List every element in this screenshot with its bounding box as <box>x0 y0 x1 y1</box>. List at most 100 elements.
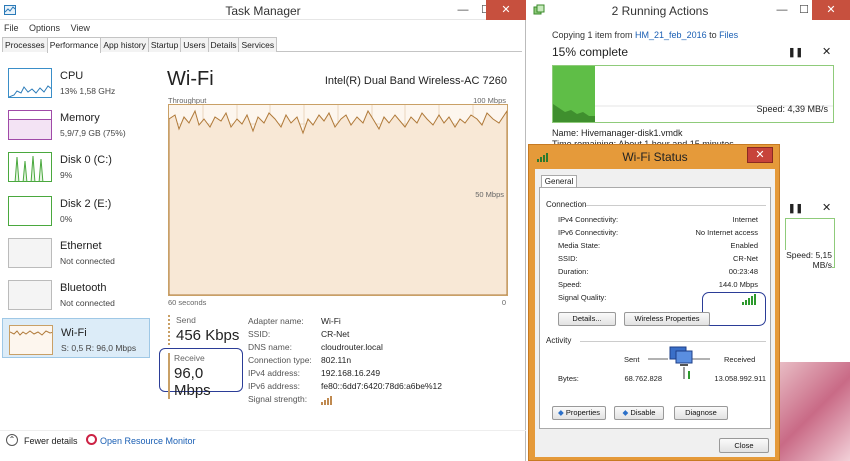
details-button[interactable]: Details... <box>558 312 616 326</box>
tab-processes[interactable]: Processes <box>2 37 48 52</box>
memory-thumbnail-graph <box>8 110 52 140</box>
bytes-sent-value: 68.762.828 <box>624 374 662 383</box>
sidebar-item-memory[interactable]: Memory 5,9/7,9 GB (75%) <box>2 104 150 144</box>
sidebar-item-bluetooth[interactable]: Bluetooth Not connected <box>2 274 150 314</box>
sidebar-item-cpu[interactable]: CPU 13% 1,58 GHz <box>2 62 150 102</box>
file-name: Name: Hivemanager-disk1.vmdk <box>552 128 683 138</box>
cancel-icon[interactable]: ✕ <box>822 201 831 214</box>
sidebar-item-value: Not connected <box>60 256 115 266</box>
sidebar-item-value: 0% <box>60 214 73 224</box>
general-panel: Connection IPv4 Connectivity: Internet IP… <box>539 187 771 429</box>
task-manager-footer <box>0 430 526 452</box>
running-actions-close-button[interactable]: ✕ <box>812 0 850 20</box>
menu-bar: File Options View <box>0 21 526 35</box>
destination-folder-link[interactable]: Files <box>719 30 738 40</box>
sidebar-item-disk-2[interactable]: Disk 2 (E:) 0% <box>2 190 150 230</box>
open-resource-monitor-link[interactable]: Open Resource Monitor <box>100 436 196 446</box>
close-icon: ✕ <box>826 4 836 16</box>
fewer-details-link[interactable]: Fewer details <box>24 436 78 446</box>
diagnose-button[interactable]: Diagnose <box>674 406 728 420</box>
copy-percent: 15% complete <box>552 45 629 59</box>
adapter-details: Adapter name: Wi-Fi SSID: CR-Net DNS name:… <box>248 316 518 407</box>
resource-monitor-icon <box>86 434 97 445</box>
page-title: Wi-Fi <box>167 68 214 90</box>
properties-button[interactable]: ◆ Properties <box>552 406 606 420</box>
send-value: 456 Kbps <box>176 327 240 344</box>
sidebar-item-label: Ethernet <box>60 240 102 252</box>
sidebar-item-ethernet[interactable]: Ethernet Not connected <box>2 232 150 272</box>
activity-section-label: Activity <box>546 336 572 345</box>
signal-strength-icon <box>321 396 332 405</box>
menu-file[interactable]: File <box>4 21 19 35</box>
graph-zero-label: 0 <box>501 298 506 307</box>
performance-sidebar: CPU 13% 1,58 GHz Memory 5,9/7,9 GB (75%)… <box>2 56 150 426</box>
sidebar-item-label: Memory <box>60 112 100 124</box>
receive-label: Receive <box>174 353 205 363</box>
sidebar-item-disk-0[interactable]: Disk 0 (C:) 9% <box>2 146 150 186</box>
shield-icon: ◆ <box>557 408 564 417</box>
cancel-icon[interactable]: ✕ <box>822 45 831 58</box>
throughput-graph <box>168 104 508 296</box>
bytes-received-value: 13.058.992.911 <box>714 374 766 383</box>
chevron-up-icon[interactable]: ⌃ <box>6 434 18 446</box>
close-button[interactable]: ✕ <box>486 0 526 20</box>
disk2-thumbnail-graph <box>8 196 52 226</box>
second-copy-speed: Speed: 5,15 MB/s <box>780 250 832 270</box>
sidebar-item-label: Bluetooth <box>60 282 107 294</box>
throughput-graph-canvas <box>168 105 508 296</box>
adapter-name: Intel(R) Dual Band Wireless-AC 7260 <box>324 75 507 87</box>
tab-services[interactable]: Services <box>238 37 278 52</box>
copy-description: Copying 1 item from HM_21_feb_2016 to Fi… <box>552 30 739 40</box>
running-actions-minimize-button[interactable]: — <box>770 0 794 20</box>
wifi-status-body: General Connection IPv4 Connectivity: Int… <box>535 169 775 457</box>
menu-view[interactable]: View <box>71 21 90 35</box>
sidebar-item-value: 9% <box>60 170 73 180</box>
minimize-icon: — <box>776 4 788 16</box>
menu-options[interactable]: Options <box>29 21 60 35</box>
tab-startup[interactable]: Startup <box>147 37 182 52</box>
sent-label: Sent <box>624 355 640 364</box>
receive-value: 96,0 Mbps <box>174 365 211 399</box>
copy-progress-graph <box>552 65 834 123</box>
tab-details[interactable]: Details <box>207 37 240 52</box>
wifi-status-close-button[interactable]: ✕ <box>747 147 773 163</box>
wireless-properties-button[interactable]: Wireless Properties <box>624 312 710 326</box>
detail-row: Adapter name: Wi-Fi <box>248 316 341 326</box>
minimize-button[interactable]: — <box>451 0 475 20</box>
status-row: Duration: 00:23:48 <box>558 267 758 276</box>
tab-performance[interactable]: Performance <box>46 37 102 53</box>
sidebar-item-value: 13% 1,58 GHz <box>60 86 116 96</box>
wifi-thumbnail-graph <box>9 325 53 355</box>
received-label: Received <box>724 355 756 364</box>
receive-metric: Receive 96,0 Mbps <box>159 348 243 399</box>
detail-row: IPv6 address: fe80::6dd7:6420:78d6:a6be%1… <box>248 381 443 391</box>
detail-row: Signal strength: <box>248 394 518 407</box>
cpu-thumbnail-graph <box>8 68 52 98</box>
sidebar-item-value: Not connected <box>60 298 115 308</box>
close-icon: ✕ <box>501 4 511 16</box>
speed-highlight <box>702 292 766 326</box>
tab-users[interactable]: Users <box>180 37 209 52</box>
minimize-icon: — <box>457 4 469 16</box>
sidebar-item-value: S: 0,5 R: 96,0 Mbps <box>61 343 137 353</box>
ethernet-thumbnail-graph <box>8 238 52 268</box>
disable-button[interactable]: ◆ Disable <box>614 406 664 420</box>
sidebar-item-label: Disk 0 (C:) <box>60 154 112 166</box>
connection-section-label: Connection <box>546 200 587 209</box>
close-dialog-button[interactable]: Close <box>719 438 769 453</box>
sidebar-item-value: 5,9/7,9 GB (75%) <box>60 128 126 138</box>
pause-icon[interactable]: ❚❚ <box>788 203 803 214</box>
pause-icon[interactable]: ❚❚ <box>788 47 803 58</box>
wifi-status-dialog: Wi-Fi Status ✕ General Connection IPv4 C… <box>528 144 780 461</box>
sidebar-item-label: Disk 2 (E:) <box>60 198 112 210</box>
maximize-icon: ☐ <box>799 4 809 16</box>
source-folder-link[interactable]: HM_21_feb_2016 <box>635 30 707 40</box>
task-manager-window: Task Manager — ☐ ✕ File Options View Pro… <box>0 0 526 461</box>
task-manager-titlebar[interactable]: Task Manager — ☐ ✕ <box>0 0 526 20</box>
close-icon: ✕ <box>755 149 765 161</box>
tab-app-history[interactable]: App history <box>100 37 149 52</box>
sidebar-item-label: Wi-Fi <box>61 327 87 339</box>
tab-strip: Processes Performance App history Startu… <box>2 37 522 53</box>
sidebar-item-wifi[interactable]: Wi-Fi S: 0,5 R: 96,0 Mbps <box>2 318 150 358</box>
wifi-status-title: Wi-Fi Status <box>622 150 688 164</box>
